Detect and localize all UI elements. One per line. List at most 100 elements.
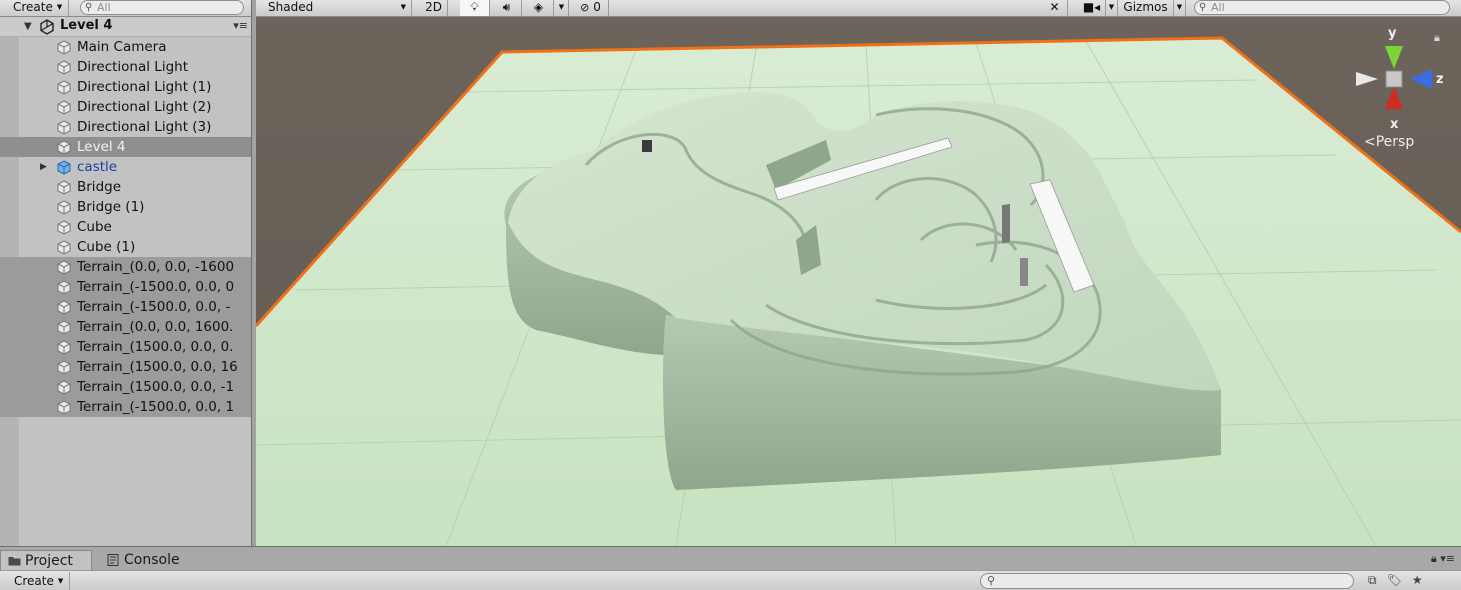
dropdown-arrow-icon: ▼ — [1176, 3, 1183, 11]
hidden-objects-toggle[interactable]: ⊘ 0 — [573, 0, 609, 16]
tab-console[interactable]: Console — [100, 550, 190, 571]
hierarchy-list: Main Camera Directional Light Directiona… — [0, 37, 251, 417]
projection-toggle[interactable]: <Persp — [1364, 134, 1414, 150]
dropdown-arrow-icon: ▼ — [57, 577, 64, 585]
hierarchy-item-level-4[interactable]: Level 4 — [0, 137, 251, 157]
scene-search-input[interactable]: ⚲ All — [1194, 0, 1450, 15]
mode-2d-toggle[interactable]: 2D — [420, 0, 448, 16]
mode-2d-label: 2D — [425, 0, 442, 14]
cube — [1002, 204, 1010, 244]
hierarchy-create-button[interactable]: Create ▼ — [0, 0, 70, 16]
hierarchy-item-terrain[interactable]: Terrain_(1500.0, 0.0, 0. — [0, 337, 251, 357]
hierarchy-item-directional-light-1[interactable]: Directional Light (1) — [0, 77, 251, 97]
gizmos-dropdown[interactable]: ▼ — [1174, 0, 1186, 16]
gameobject-cube-icon — [57, 340, 71, 355]
effects-layers-icon: ◈ — [533, 0, 544, 14]
favorite-star-icon[interactable]: ★ — [1412, 573, 1433, 587]
hierarchy-toolbar: Create ▼ ⚲ All — [0, 0, 251, 17]
hierarchy-item-terrain[interactable]: Terrain_(0.0, 0.0, -1600 — [0, 257, 251, 277]
unity-scene-icon — [40, 19, 54, 35]
cube-1 — [1020, 258, 1028, 286]
bottom-tab-bar: Project Console 🔒︎ ▾≡ — [0, 546, 1461, 571]
gameobject-cube-icon — [57, 60, 71, 75]
hierarchy-item-bridge[interactable]: Bridge — [0, 177, 251, 197]
lightbulb-icon: 💡︎ — [470, 0, 479, 14]
hierarchy-item-terrain[interactable]: Terrain_(1500.0, 0.0, 16 — [0, 357, 251, 377]
axis-y-cone[interactable] — [1385, 46, 1403, 69]
axis-neg-z-cone[interactable] — [1356, 72, 1378, 86]
gameobject-cube-icon — [57, 380, 71, 395]
gizmos-button[interactable]: Gizmos — [1118, 0, 1174, 16]
filter-by-type-icon[interactable]: ⧉ — [1368, 573, 1387, 587]
hierarchy-item-directional-light-3[interactable]: Directional Light (3) — [0, 117, 251, 137]
hierarchy-item-cube[interactable]: Cube — [0, 217, 251, 237]
hierarchy-item-terrain[interactable]: Terrain_(-1500.0, 0.0, - — [0, 297, 251, 317]
camera-settings-button[interactable]: ■◂ — [1078, 0, 1106, 16]
tab-project[interactable]: Project — [0, 550, 92, 571]
hierarchy-item-terrain[interactable]: Terrain_(-1500.0, 0.0, 1 — [0, 397, 251, 417]
fold-arrow-icon[interactable]: ▼ — [24, 21, 32, 32]
shading-mode-dropdown[interactable]: Shaded ▼ — [256, 0, 412, 16]
item-label: Bridge (1) — [77, 199, 145, 215]
item-label: Main Camera — [77, 39, 167, 55]
panel-lock-menu-icon[interactable]: 🔒︎ ▾≡ — [1431, 552, 1455, 566]
axis-x-label: x — [1390, 117, 1399, 132]
lock-icon[interactable]: 🔒︎ — [1434, 31, 1440, 45]
filter-by-label-icon[interactable]: 🏷︎ — [1387, 573, 1412, 587]
tab-console-label: Console — [124, 552, 180, 568]
item-label: Directional Light (3) — [77, 119, 212, 135]
scene-view[interactable]: Shaded ▼ 2D 💡︎ 🔊︎ ◈ ▼ ⊘ 0 ✕ ■◂ ▼ Gizmos … — [256, 0, 1461, 546]
hierarchy-item-terrain[interactable]: Terrain_(-1500.0, 0.0, 0 — [0, 277, 251, 297]
dropdown-arrow-icon: ▼ — [1108, 3, 1115, 11]
item-label: Directional Light (2) — [77, 99, 212, 115]
item-label: Terrain_(1500.0, 0.0, 16 — [77, 359, 238, 375]
item-label: castle — [77, 159, 118, 175]
create-label: Create — [13, 0, 53, 14]
gizmo-center-cube[interactable] — [1385, 70, 1403, 88]
item-label: Terrain_(-1500.0, 0.0, 0 — [77, 279, 235, 295]
axis-y-label: y — [1388, 26, 1397, 41]
hierarchy-item-terrain[interactable]: Terrain_(1500.0, 0.0, -1 — [0, 377, 251, 397]
hierarchy-item-directional-light[interactable]: Directional Light — [0, 57, 251, 77]
project-toolbar: Create ▼ ⚲ ⧉🏷︎★ — [0, 570, 1461, 590]
search-icon: ⚲ — [1199, 2, 1207, 13]
item-label: Terrain_(-1500.0, 0.0, - — [77, 299, 231, 315]
camera-dropdown[interactable]: ▼ — [1106, 0, 1118, 16]
gameobject-cube-icon — [57, 400, 71, 415]
project-create-button[interactable]: Create ▼ — [0, 572, 71, 590]
scene-menu-icon[interactable]: ▾≡ — [233, 19, 248, 32]
hierarchy-item-cube-1[interactable]: Cube (1) — [0, 237, 251, 257]
audio-toggle[interactable]: 🔊︎ — [492, 0, 522, 16]
item-label: Terrain_(-1500.0, 0.0, 1 — [77, 399, 235, 415]
project-search-input[interactable]: ⚲ — [980, 573, 1354, 589]
axis-x-cone[interactable] — [1385, 86, 1403, 109]
dropdown-arrow-icon: ▼ — [56, 3, 63, 11]
scene-viewport[interactable] — [256, 0, 1461, 546]
search-icon: ⚲ — [987, 574, 996, 587]
chevron-left-icon: < — [1364, 134, 1376, 150]
axis-z-label: z — [1436, 72, 1444, 87]
gameobject-cube-icon — [57, 180, 71, 195]
hierarchy-item-bridge-1[interactable]: Bridge (1) — [0, 197, 251, 217]
tools-toggle[interactable]: ✕ — [1042, 0, 1068, 16]
tab-project-label: Project — [25, 553, 73, 569]
hierarchy-search-input[interactable]: ⚲ All — [80, 0, 244, 15]
expand-arrow-icon[interactable]: ▶ — [40, 157, 47, 177]
gameobject-cube-icon — [57, 240, 71, 255]
hierarchy-item-directional-light-2[interactable]: Directional Light (2) — [0, 97, 251, 117]
effects-toggle[interactable]: ◈ — [524, 0, 554, 16]
effects-dropdown[interactable]: ▼ — [555, 0, 569, 16]
gameobject-cube-icon — [57, 220, 71, 235]
scene-name: Level 4 — [60, 18, 113, 33]
item-label: Terrain_(0.0, 0.0, -1600 — [77, 259, 235, 275]
lighting-toggle[interactable]: 💡︎ — [460, 0, 490, 16]
hierarchy-item-terrain[interactable]: Terrain_(0.0, 0.0, 1600. — [0, 317, 251, 337]
hierarchy-item-castle[interactable]: ▶ castle — [0, 157, 251, 177]
scene-toolbar: Shaded ▼ 2D 💡︎ 🔊︎ ◈ ▼ ⊘ 0 ✕ ■◂ ▼ Gizmos … — [256, 0, 1461, 17]
hierarchy-item-main-camera[interactable]: Main Camera — [0, 37, 251, 57]
castle-object — [642, 140, 652, 152]
gameobject-cube-icon — [57, 300, 71, 315]
axis-z-cone[interactable] — [1410, 69, 1432, 89]
folder-icon — [8, 557, 21, 566]
scene-header-row[interactable]: ▼ Level 4 ▾≡ — [0, 17, 251, 37]
